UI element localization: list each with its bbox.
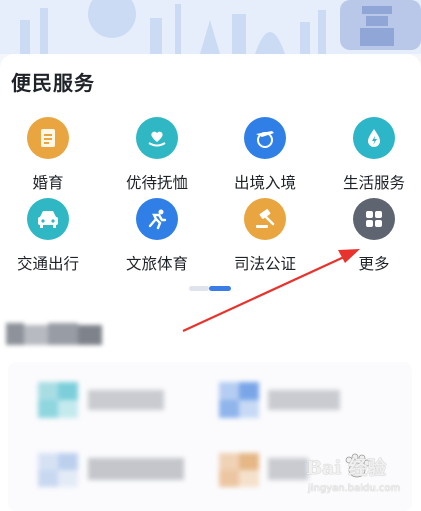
blurred-item-icon[interactable] bbox=[219, 453, 259, 487]
page-dot-active bbox=[209, 286, 231, 291]
page-dot bbox=[189, 286, 209, 291]
blurred-item-text bbox=[88, 390, 164, 410]
skyline-illustration bbox=[0, 0, 421, 54]
service-label: 更多 bbox=[358, 255, 390, 273]
airplane-globe-icon bbox=[244, 117, 286, 159]
service-transport[interactable]: 交通出行 bbox=[3, 198, 93, 274]
service-life[interactable]: 生活服务 bbox=[329, 117, 419, 193]
watermark-brand: Bai 经验 bbox=[306, 457, 387, 479]
blurred-item-icon[interactable] bbox=[38, 382, 78, 418]
service-label: 婚育 bbox=[32, 174, 64, 192]
service-label: 出境入境 bbox=[233, 174, 296, 192]
marriage-document-icon bbox=[27, 117, 69, 159]
blurred-item-icon[interactable] bbox=[219, 382, 259, 418]
service-judicial-notary[interactable]: 司法公证 bbox=[220, 198, 310, 274]
service-exit-entry[interactable]: 出境入境 bbox=[220, 117, 310, 193]
water-bolt-icon bbox=[353, 117, 395, 159]
service-more[interactable]: 更多 bbox=[329, 198, 419, 274]
blurred-item-text bbox=[88, 458, 184, 480]
service-marriage[interactable]: 婚育 bbox=[3, 117, 93, 193]
section-title: 便民服务 bbox=[11, 71, 95, 95]
service-culture-sports[interactable]: 文旅体育 bbox=[112, 198, 202, 274]
runner-icon bbox=[136, 198, 178, 240]
service-label: 交通出行 bbox=[16, 255, 79, 273]
service-preferential[interactable]: 优待抚恤 bbox=[112, 117, 202, 193]
grid-more-icon bbox=[353, 198, 395, 240]
heart-hand-icon bbox=[136, 117, 178, 159]
watermark-url: jingyan.baidu.com bbox=[308, 483, 401, 494]
blurred-section-title bbox=[6, 321, 102, 347]
baidu-jingyan-watermark: Bai 经验 jingyan.baidu.com bbox=[298, 453, 418, 503]
blurred-item-text bbox=[268, 390, 340, 410]
service-label: 优待抚恤 bbox=[125, 174, 188, 192]
service-label: 文旅体育 bbox=[125, 255, 188, 273]
service-label: 司法公证 bbox=[233, 255, 296, 273]
city-banner[interactable] bbox=[0, 0, 421, 54]
blurred-item-icon[interactable] bbox=[38, 453, 78, 487]
service-label: 生活服务 bbox=[342, 174, 405, 192]
gavel-icon bbox=[244, 198, 286, 240]
page-indicator[interactable] bbox=[189, 286, 231, 291]
car-icon bbox=[27, 198, 69, 240]
